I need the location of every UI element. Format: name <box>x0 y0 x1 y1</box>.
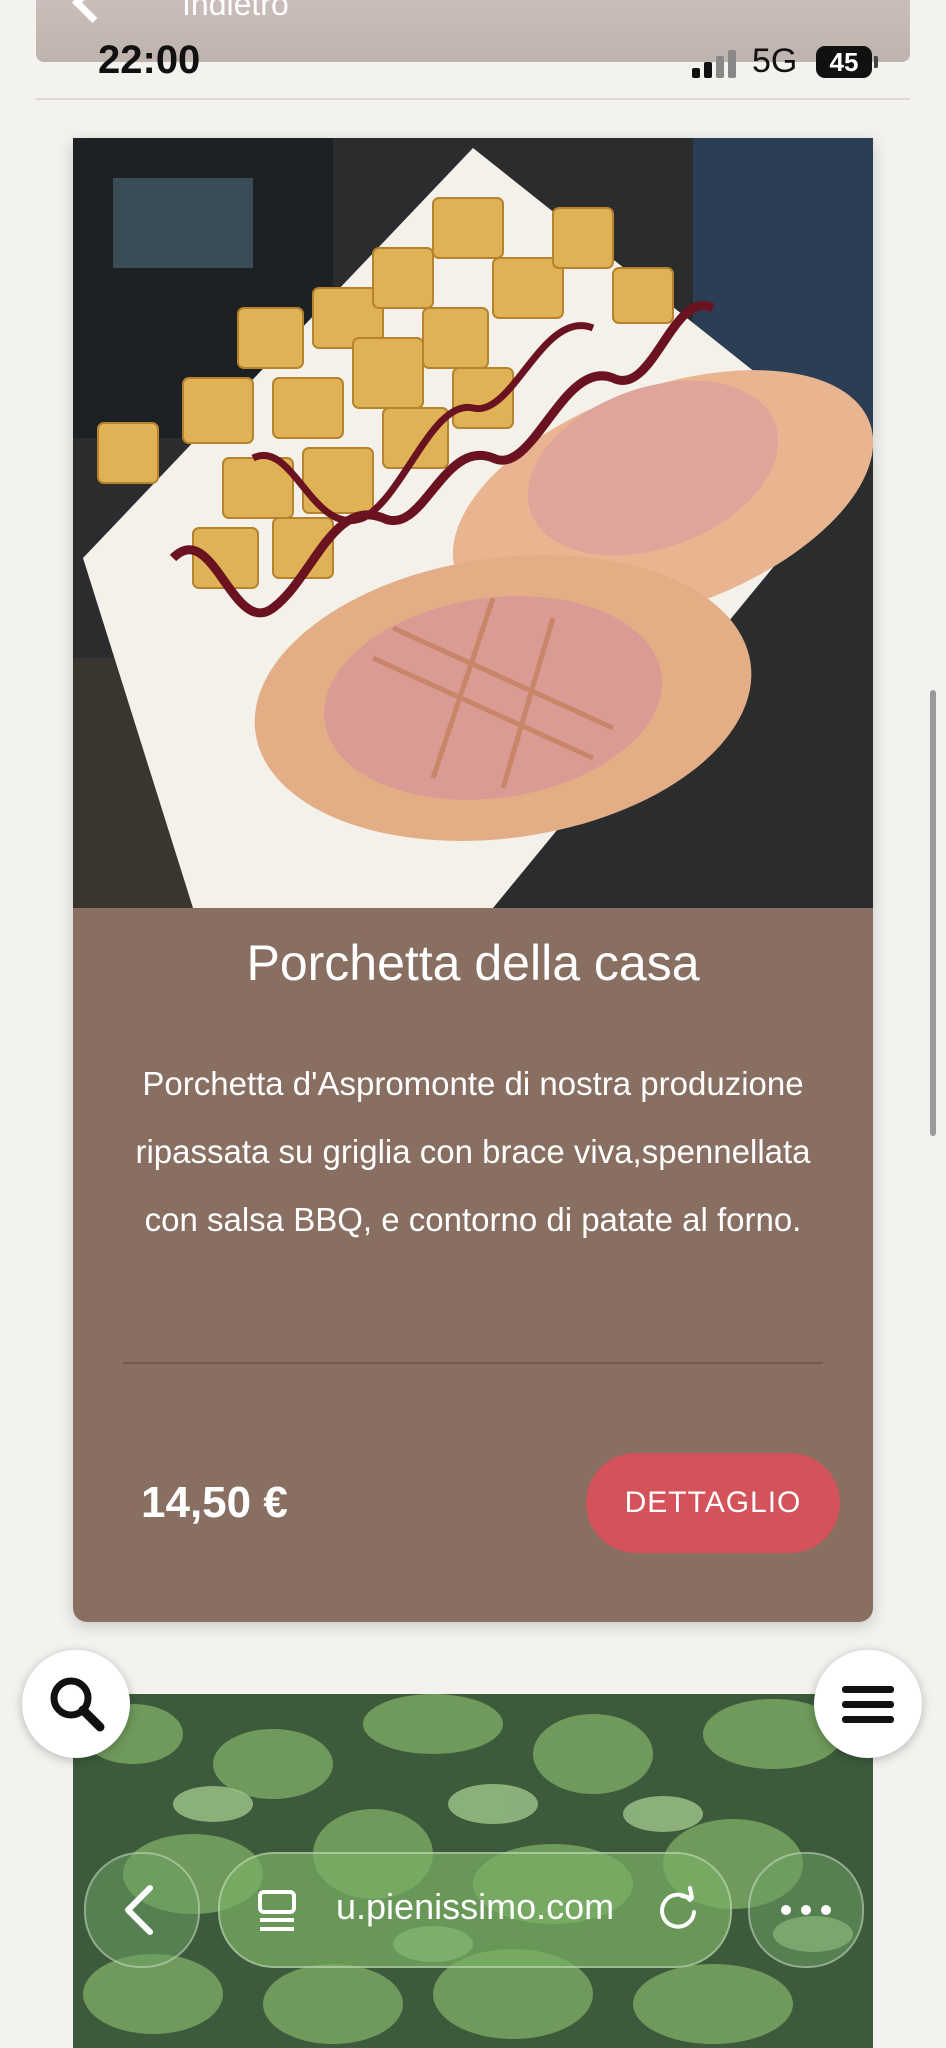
url-text[interactable]: u.pienissimo.com <box>336 1886 614 1928</box>
search-button[interactable] <box>22 1650 130 1758</box>
back-label[interactable]: Indietro <box>182 0 289 23</box>
status-divider <box>36 98 910 100</box>
card-divider <box>123 1362 823 1364</box>
signal-icon <box>692 48 742 78</box>
network-type: 5G <box>752 42 798 80</box>
menu-button[interactable] <box>814 1650 922 1758</box>
detail-button[interactable]: DETTAGLIO <box>586 1453 840 1553</box>
more-options-button[interactable] <box>748 1852 864 1968</box>
dish-description: Porchetta d'Aspromonte di nostra produzi… <box>135 1065 811 1238</box>
address-bar[interactable]: u.pienissimo.com <box>218 1852 732 1968</box>
scrollbar[interactable] <box>930 690 936 1136</box>
chevron-left-icon[interactable] <box>71 0 114 24</box>
hamburger-menu-icon <box>842 1686 894 1723</box>
battery-cap <box>874 56 878 68</box>
back-arrow-icon <box>125 1885 153 1935</box>
battery-icon: 45 <box>816 46 872 78</box>
reload-icon[interactable] <box>652 1884 704 1936</box>
dish-card: Porchetta della casa Porchetta d'Aspromo… <box>73 138 873 1622</box>
dish-price: 14,50 € <box>141 1478 288 1527</box>
reader-mode-icon[interactable] <box>256 1888 300 1934</box>
dish-title: Porchetta della casa <box>246 935 700 991</box>
status-time: 22:00 <box>98 38 201 82</box>
battery-level: 45 <box>829 46 859 77</box>
browser-back-button[interactable] <box>84 1852 200 1968</box>
more-dots-icon <box>781 1905 831 1915</box>
dish-photo <box>73 138 873 908</box>
search-icon <box>50 1677 105 1732</box>
